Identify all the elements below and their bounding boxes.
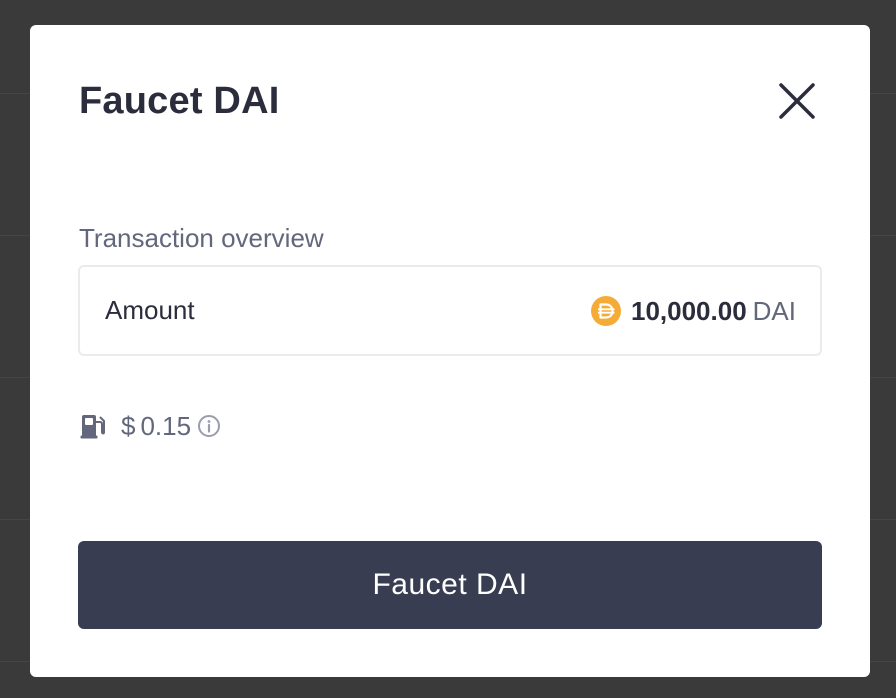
amount-number: 10,000.00 (630, 296, 747, 326)
amount-value: 10,000.00 DAI (590, 295, 796, 327)
faucet-dai-button[interactable]: Faucet DAI (78, 541, 822, 629)
gas-pump-icon (79, 412, 107, 440)
close-button[interactable] (775, 79, 819, 123)
close-icon (779, 83, 815, 119)
gas-value: 0.15 (140, 411, 192, 441)
amount-label: Amount (105, 295, 195, 325)
dai-token-icon (590, 296, 621, 326)
transaction-overview-label: Transaction overview (79, 223, 324, 253)
faucet-modal: Faucet DAI Transaction overview Amount 1… (30, 25, 870, 677)
transaction-overview-box: Amount 10,000.00 DAI (78, 265, 822, 356)
gas-currency: $ (121, 411, 136, 441)
info-icon[interactable] (197, 414, 221, 438)
amount-symbol: DAI (752, 296, 796, 326)
gas-estimate: $ 0.15 (79, 410, 221, 442)
modal-title: Faucet DAI (79, 80, 280, 122)
